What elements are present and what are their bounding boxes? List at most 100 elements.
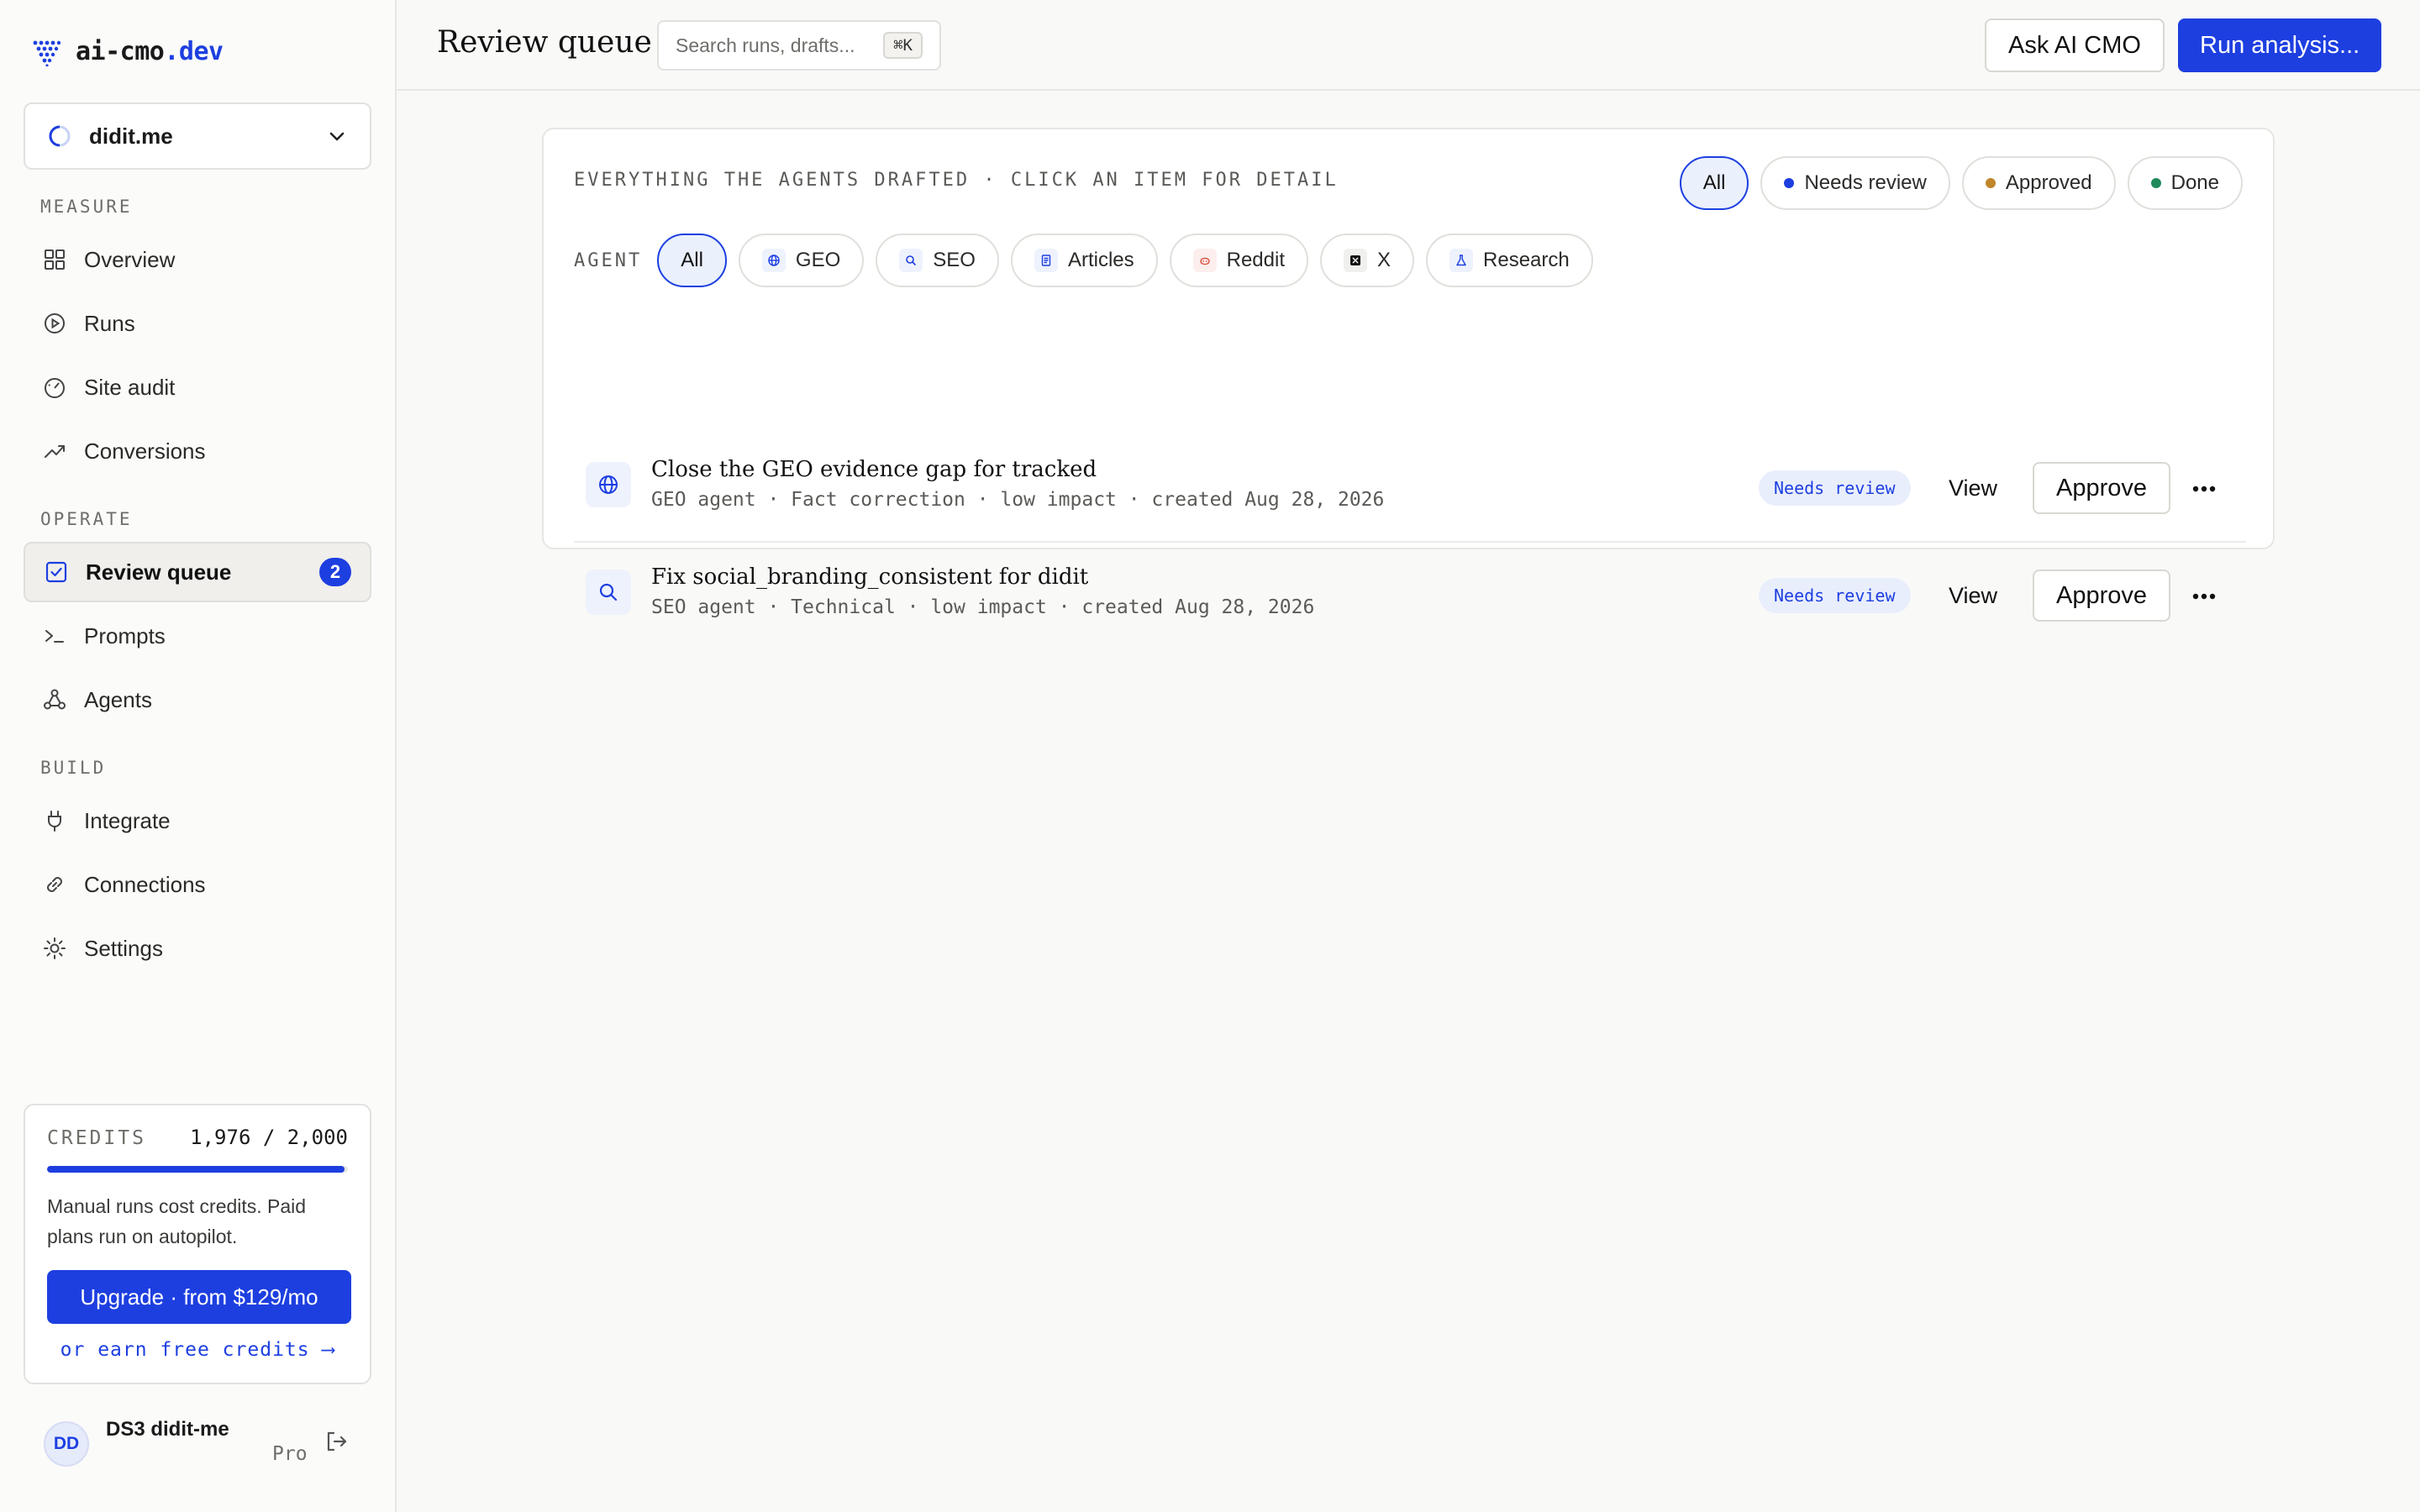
credits-card: CREDITS 1,976 / 2,000 Manual runs cost c…: [24, 1104, 371, 1384]
site-favicon-icon: [49, 125, 71, 147]
approve-button[interactable]: Approve: [2033, 462, 2170, 514]
sidebar-item-integrate[interactable]: Integrate: [24, 790, 371, 851]
filter-label: Research: [1483, 249, 1570, 271]
approve-button[interactable]: Approve: [2033, 570, 2170, 622]
queue-item[interactable]: Fix social_branding_consistent for didit…: [574, 541, 2246, 648]
agent-filter-research[interactable]: Research: [1426, 234, 1593, 287]
sidebar-item-label: Site audit: [84, 374, 176, 400]
green-dot-icon: [2150, 178, 2161, 188]
sidebar-item-label: Runs: [84, 310, 135, 336]
credits-label: CREDITS: [47, 1127, 146, 1149]
view-button[interactable]: View: [1949, 465, 1997, 511]
x-icon: [1344, 249, 1367, 272]
view-button[interactable]: View: [1949, 573, 1997, 618]
search-shortcut: ⌘K: [883, 32, 923, 59]
more-options-icon[interactable]: [2187, 580, 2221, 613]
search-box[interactable]: ⌘K: [657, 20, 941, 71]
sidebar-item-label: Connections: [84, 871, 206, 897]
amber-dot-icon: [1985, 178, 1996, 188]
sidebar-item-label: Overview: [84, 246, 176, 272]
credits-progress-fill: [47, 1166, 345, 1173]
credits-note: Manual runs cost credits. Paid plans run…: [47, 1195, 307, 1247]
chevron-down-icon: [329, 132, 345, 141]
agent-filter-all[interactable]: All: [657, 234, 727, 287]
filter-label: X: [1377, 249, 1392, 271]
user-name: DS3 didit-me: [106, 1418, 229, 1441]
sidebar-item-label: Settings: [84, 935, 163, 961]
page-title: Review queue: [437, 25, 652, 60]
sidebar-item-label: Review queue: [86, 559, 232, 585]
sidebar-item-label: Integrate: [84, 807, 171, 833]
sidebar-item-prompts[interactable]: Prompts: [24, 606, 371, 666]
filter-label: Articles: [1067, 249, 1134, 271]
filter-label: All: [681, 249, 703, 271]
grid-icon: [45, 249, 65, 270]
user-profile[interactable]: DD DS3 didit-me Pro: [44, 1416, 355, 1470]
globe-icon: [586, 462, 631, 507]
filter-label: SEO: [933, 249, 976, 271]
top-bar: Review queue ⌘K Ask AI CMO Run analysis.…: [397, 0, 2420, 91]
link-icon: [47, 877, 62, 892]
logout-icon[interactable]: [323, 1428, 350, 1455]
search-icon: [899, 249, 923, 272]
gear-icon: [44, 937, 66, 959]
sidebar-item-agents[interactable]: Agents: [24, 669, 371, 730]
checkbox-icon: [45, 561, 67, 583]
status-filter-all[interactable]: All: [1679, 156, 1749, 210]
sidebar-item-conversions[interactable]: Conversions: [24, 421, 371, 481]
agent-filter-label: AGENT: [574, 249, 643, 271]
queue-item[interactable]: Close the GEO evidence gap for tracked G…: [574, 435, 2246, 541]
section-label-measure: MEASURE: [40, 197, 133, 217]
upgrade-button[interactable]: Upgrade · from $129/mo: [47, 1270, 351, 1324]
plug-icon: [48, 811, 61, 832]
earn-credits-link[interactable]: or earn free credits ⟶: [47, 1339, 348, 1361]
user-plan: Pro: [272, 1443, 308, 1465]
agent-filter-geo[interactable]: GEO: [738, 234, 865, 287]
agent-filter-articles[interactable]: Articles: [1010, 234, 1158, 287]
credits-value: 1,976 / 2,000: [190, 1126, 348, 1149]
sidebar: ai-cmo.dev didit.me MEASURE Overview Run…: [0, 0, 397, 1512]
sidebar-item-overview[interactable]: Overview: [24, 229, 371, 290]
agent-filter-x[interactable]: X: [1320, 234, 1415, 287]
status-filter-done[interactable]: Done: [2127, 156, 2243, 210]
section-label-build: BUILD: [40, 758, 107, 778]
credits-progress-bar: [47, 1166, 348, 1173]
logo-mark-icon: [33, 40, 60, 66]
sidebar-item-site-audit[interactable]: Site audit: [24, 357, 371, 417]
filter-label: Done: [2170, 171, 2219, 194]
nodes-icon: [44, 689, 66, 710]
blue-dot-icon: [1784, 178, 1795, 188]
logo[interactable]: ai-cmo.dev: [32, 37, 224, 66]
section-label-operate: OPERATE: [40, 509, 133, 529]
agent-filter-reddit[interactable]: Reddit: [1169, 234, 1308, 287]
search-input[interactable]: [676, 34, 884, 57]
gauge-icon: [45, 378, 65, 398]
sidebar-item-review-queue[interactable]: Review queue 2: [24, 542, 371, 602]
filter-label: All: [1702, 171, 1726, 194]
status-filter-needs-review[interactable]: Needs review: [1760, 156, 1950, 210]
filter-label: GEO: [795, 249, 841, 271]
globe-icon: [761, 249, 786, 272]
avatar: DD: [44, 1421, 89, 1467]
filter-label: Reddit: [1226, 249, 1285, 271]
sidebar-item-runs[interactable]: Runs: [24, 293, 371, 354]
sidebar-item-label: Agents: [84, 686, 152, 712]
reddit-icon: [1192, 249, 1217, 272]
status-filters: All Needs review Approved Done: [1679, 156, 2243, 210]
status-filter-approved[interactable]: Approved: [1961, 156, 2116, 210]
brand-name: ai-cmo.dev: [76, 37, 224, 66]
site-selector[interactable]: didit.me: [24, 102, 371, 170]
agent-filter-seo[interactable]: SEO: [876, 234, 999, 287]
sidebar-item-connections[interactable]: Connections: [24, 854, 371, 915]
review-count-badge: 2: [319, 558, 351, 586]
document-icon: [1034, 249, 1058, 272]
status-badge: Needs review: [1759, 578, 1911, 613]
filter-label: Approved: [2005, 171, 2092, 194]
item-title: Close the GEO evidence gap for tracked: [651, 457, 1097, 482]
more-options-icon[interactable]: [2187, 472, 2221, 506]
sidebar-item-settings[interactable]: Settings: [24, 918, 371, 979]
ask-ai-cmo-button[interactable]: Ask AI CMO: [1985, 18, 2165, 72]
flask-icon: [1449, 249, 1474, 272]
run-analysis-button[interactable]: Run analysis...: [2178, 18, 2382, 72]
filter-label: Needs review: [1804, 171, 1927, 194]
